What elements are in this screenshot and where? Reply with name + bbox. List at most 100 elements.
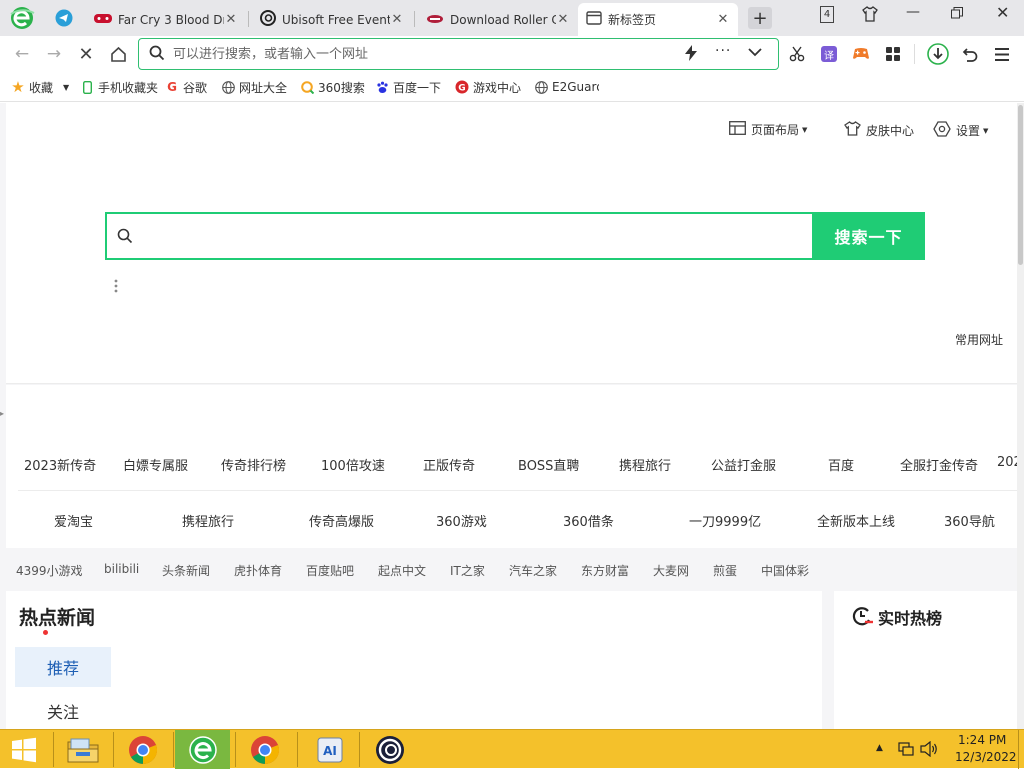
browser-logo-icon[interactable] <box>9 5 35 31</box>
stop-loading-button[interactable]: ✕ <box>72 40 100 68</box>
translate-icon[interactable]: 译 <box>815 40 843 68</box>
close-window-button[interactable]: ✕ <box>996 3 1009 22</box>
chrome-icon[interactable] <box>118 730 168 769</box>
clock-time[interactable]: 1:24 PM <box>958 733 1006 747</box>
tab-new-tab[interactable]: 新标签页 ✕ <box>578 3 738 36</box>
restore-button[interactable] <box>951 7 963 22</box>
skin-center-button[interactable]: 皮肤中心 <box>844 121 914 139</box>
bookmark-mobile[interactable]: 手机收藏夹 <box>80 79 158 95</box>
illustrator-app-icon[interactable]: AI <box>305 730 355 769</box>
hot-list-title: 实时热榜 <box>878 609 943 628</box>
bookmark-baidu[interactable]: 百度一下 <box>375 79 441 95</box>
site-link[interactable]: 虎扑体育 <box>234 562 282 579</box>
close-icon[interactable]: ✕ <box>716 12 730 27</box>
ubisoft-connect-icon[interactable] <box>365 730 415 769</box>
site-link[interactable]: 汽车之家 <box>509 562 557 579</box>
telegram-icon[interactable] <box>55 9 73 27</box>
site-link[interactable]: 煎蛋 <box>713 562 737 579</box>
site-link[interactable]: bilibili <box>104 562 139 576</box>
link-item[interactable]: 正版传奇 <box>423 455 475 474</box>
forward-button[interactable]: → <box>40 40 68 68</box>
page-scrollbar[interactable] <box>1017 103 1024 729</box>
chrome-icon-2[interactable] <box>240 730 290 769</box>
tab-ubisoft[interactable]: Ubisoft Free Events ✕ <box>252 3 412 36</box>
lightning-icon[interactable] <box>684 45 698 64</box>
download-icon[interactable] <box>924 40 952 68</box>
link-item[interactable]: BOSS直聘 <box>518 455 579 474</box>
link-item[interactable]: 携程旅行 <box>182 511 234 530</box>
back-button[interactable]: ← <box>8 40 36 68</box>
more-icon[interactable]: ··· <box>715 43 731 59</box>
minimize-button[interactable]: — <box>906 4 920 20</box>
link-item[interactable]: 传奇排行榜 <box>221 455 286 474</box>
bookmark-sites[interactable]: 网址大全 <box>221 79 287 95</box>
tab-follow[interactable]: 关注 <box>15 691 111 729</box>
site-link[interactable]: 大麦网 <box>653 562 689 579</box>
tab-count-button[interactable]: 4 <box>820 6 834 23</box>
menu-icon[interactable] <box>988 40 1016 68</box>
common-sites-link[interactable]: 常用网址 <box>955 331 1003 348</box>
link-item[interactable]: 百度 <box>828 455 854 474</box>
tab-download-roller[interactable]: Download Roller Cl ✕ <box>418 3 578 36</box>
game-controller-icon[interactable] <box>847 40 875 68</box>
link-item[interactable]: 携程旅行 <box>619 455 671 474</box>
show-desktop-button[interactable] <box>1018 730 1024 769</box>
link-item[interactable]: 2023新传奇 <box>24 455 96 474</box>
bookmark-google[interactable]: G 谷歌 <box>165 79 207 95</box>
link-item[interactable]: 传奇高爆版 <box>309 511 374 530</box>
new-tab-button[interactable]: + <box>748 7 772 29</box>
undo-icon[interactable] <box>956 40 984 68</box>
more-options-icon[interactable] <box>114 279 120 296</box>
link-item[interactable]: 白嫖专属服 <box>123 455 188 474</box>
site-link[interactable]: 4399小游戏 <box>16 562 83 579</box>
link-item[interactable]: 爱淘宝 <box>54 511 93 530</box>
link-item[interactable]: 360借条 <box>563 511 614 530</box>
bookmark-360search[interactable]: 360搜索 <box>300 79 365 95</box>
start-button[interactable] <box>0 730 48 769</box>
phone-icon <box>80 80 94 94</box>
scissors-icon[interactable] <box>783 40 811 68</box>
site-link[interactable]: 中国体彩 <box>761 562 809 579</box>
scrollbar-thumb[interactable] <box>1018 105 1023 265</box>
address-input[interactable] <box>173 45 673 63</box>
tab-far-cry[interactable]: Far Cry 3 Blood Dra ✕ <box>86 3 246 36</box>
close-icon[interactable]: ✕ <box>390 12 404 27</box>
network-icon[interactable] <box>898 741 914 760</box>
site-link[interactable]: 东方财富 <box>581 562 629 579</box>
link-item[interactable]: 公益打金服 <box>711 455 776 474</box>
link-item[interactable]: 全服打金传奇 <box>900 455 978 474</box>
site-link[interactable]: 起点中文 <box>378 562 426 579</box>
tray-overflow-icon[interactable]: ▲ <box>876 743 883 753</box>
360-browser-taskbar-icon[interactable] <box>175 730 230 769</box>
volume-icon[interactable] <box>920 740 938 760</box>
file-explorer-icon[interactable] <box>58 730 108 769</box>
bookmark-favorites[interactable]: ★ 收藏 ▼ <box>11 78 69 96</box>
link-item[interactable]: 全新版本上线 <box>817 511 895 530</box>
main-search-box[interactable]: 搜索一下 <box>105 212 925 260</box>
link-item[interactable]: 360导航 <box>944 511 995 530</box>
address-bar[interactable]: ··· <box>138 38 779 70</box>
link-item[interactable]: 360游戏 <box>436 511 487 530</box>
bookmark-game-center[interactable]: G 游戏中心 <box>455 79 521 95</box>
tab-recommend[interactable]: 推荐 <box>15 647 111 687</box>
close-icon[interactable]: ✕ <box>224 12 238 27</box>
close-icon[interactable]: ✕ <box>556 12 570 27</box>
site-link[interactable]: 头条新闻 <box>162 562 210 579</box>
bookmark-e2guard[interactable]: E2Guard <box>535 79 599 95</box>
link-item[interactable]: 一刀9999亿 <box>689 511 761 530</box>
skin-shirt-icon[interactable] <box>862 6 878 25</box>
site-link[interactable]: 百度贴吧 <box>306 562 354 579</box>
clock-date[interactable]: 12/3/2022 <box>955 750 1017 764</box>
home-button[interactable] <box>104 40 132 68</box>
link-item[interactable]: 100倍攻速 <box>321 455 385 474</box>
apps-grid-icon[interactable] <box>879 40 907 68</box>
layout-icon <box>729 121 746 138</box>
main-search-input[interactable] <box>143 226 783 248</box>
layout-button[interactable]: 页面布局 ▼ <box>729 121 807 138</box>
search-button[interactable]: 搜索一下 <box>812 212 925 260</box>
bookmark-label: 谷歌 <box>183 80 208 95</box>
settings-button[interactable]: 设置 ▼ <box>933 121 988 140</box>
chevron-down-icon[interactable] <box>748 46 762 60</box>
site-link[interactable]: IT之家 <box>450 562 485 579</box>
side-collapse-handle[interactable]: ▸ <box>0 409 4 418</box>
